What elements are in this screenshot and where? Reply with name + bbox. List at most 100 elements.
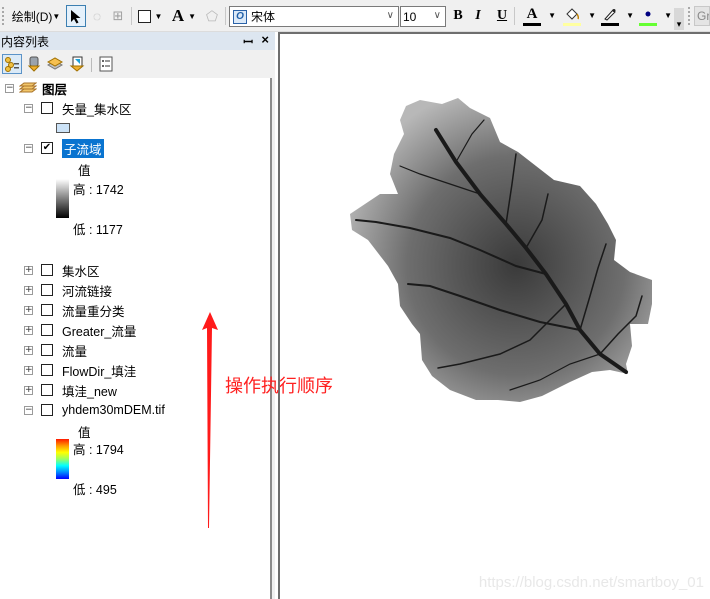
font-color-swatch	[523, 22, 541, 26]
layer-name: FlowDir_填洼	[62, 364, 137, 379]
rectangle-tool-button[interactable]: ▼	[136, 5, 164, 27]
zoom-to-selected-elements-button[interactable]: ⊞	[108, 5, 128, 27]
layer-visibility-checkbox[interactable]	[41, 264, 53, 276]
red-up-arrow-icon	[202, 312, 218, 528]
subbasin-dem-raster	[350, 98, 652, 402]
layer-row[interactable]: + 流量重分类	[24, 301, 125, 319]
list-by-selection-button[interactable]	[67, 54, 87, 74]
layer-name: 矢量_集水区	[62, 102, 132, 117]
layer-row[interactable]: − ✔ 子流域	[24, 138, 104, 158]
rotate-button[interactable]: ◌	[88, 5, 106, 27]
layer-row[interactable]: + Greater_流量	[24, 321, 136, 339]
edit-vertices-button[interactable]: ⬠	[202, 5, 222, 27]
layer-name: 集水区	[62, 264, 100, 279]
layer-tree: − 图层 − 矢量_集水区 − ✔ 子流域 值 高 : 1742 低 : 117…	[0, 78, 272, 599]
root-layers-row[interactable]: − 图层	[5, 79, 67, 97]
expand-icon[interactable]: +	[24, 385, 33, 395]
draw-menu-label: 绘制(D)	[11, 9, 53, 24]
collapse-icon[interactable]: −	[24, 405, 33, 415]
layer-row[interactable]: + 河流链接	[24, 281, 112, 299]
overflow-chevron-icon: ▾	[676, 19, 682, 29]
layer-visibility-checkbox[interactable]	[41, 404, 53, 416]
expand-icon[interactable]: +	[24, 265, 33, 275]
expand-icon[interactable]: +	[24, 285, 33, 295]
list-by-drawing-order-button[interactable]	[2, 54, 22, 74]
chevron-down-icon: ∨	[433, 10, 441, 21]
layer-visibility-checkbox[interactable]: ✔	[41, 142, 53, 154]
font-size-value: 10	[403, 9, 417, 24]
line-color-button[interactable]: ▼	[596, 5, 636, 27]
text-tool-button[interactable]: A ▼	[168, 5, 200, 27]
layer-visibility-checkbox[interactable]	[41, 364, 53, 376]
fill-color-swatch	[563, 22, 581, 26]
layer-visibility-checkbox[interactable]	[41, 304, 53, 316]
expand-icon[interactable]: +	[24, 345, 33, 355]
toc-title-bar: 内容列表 ꟷ ×	[0, 32, 275, 50]
layer-visibility-checkbox[interactable]	[41, 384, 53, 396]
drawing-order-icon	[5, 57, 19, 72]
dropdown-arrow-icon: ▼	[588, 11, 596, 20]
font-size-select[interactable]: 10 ∨	[400, 6, 446, 27]
marker-color-button[interactable]: ▼	[634, 5, 674, 27]
layer-visibility-checkbox[interactable]	[41, 102, 53, 114]
zoom-selected-icon: ⊞	[112, 8, 124, 23]
collapse-icon[interactable]: −	[24, 143, 33, 153]
toolbar-options-button[interactable]: ▾	[674, 8, 684, 30]
legend-low-value: 低 : 1177	[73, 223, 123, 237]
layers-icon	[19, 82, 37, 93]
layer-name-selected: 子流域	[62, 138, 104, 158]
grayscale-ramp[interactable]	[56, 179, 69, 218]
expand-icon[interactable]: +	[24, 365, 33, 375]
next-toolbar[interactable]: Gr	[694, 6, 710, 26]
expand-icon[interactable]: +	[24, 305, 33, 315]
dropdown-arrow-icon: ▼	[154, 11, 163, 21]
layer-row[interactable]: − yhdem30mDEM.tif	[24, 401, 165, 419]
rotate-icon: ◌	[92, 8, 102, 24]
options-button[interactable]	[96, 54, 116, 74]
options-list-icon	[99, 56, 113, 72]
next-toolbar-label: Gr	[697, 9, 710, 23]
toolbar-grip[interactable]	[2, 7, 5, 25]
spectrum-color-ramp[interactable]	[56, 439, 69, 479]
layer-visibility-checkbox[interactable]	[41, 344, 53, 356]
list-by-visibility-button[interactable]	[45, 54, 65, 74]
layer-visibility-checkbox[interactable]	[41, 324, 53, 336]
font-name-select[interactable]: O 宋体 ∨	[229, 6, 399, 27]
draw-toolbar: 绘制(D) ▼ ◌ ⊞ ▼ A ▼ ⬠ O 宋体 ∨ 10 ∨ B I U A …	[0, 0, 710, 32]
line-color-swatch	[601, 22, 619, 26]
fill-color-button[interactable]: ▼	[558, 5, 598, 27]
layers-visibility-icon	[47, 57, 63, 70]
layer-visibility-checkbox[interactable]	[41, 284, 53, 296]
polygon-symbol-swatch[interactable]	[56, 123, 70, 133]
select-elements-button[interactable]	[66, 5, 86, 27]
bold-label: B	[453, 8, 463, 23]
dropdown-arrow-icon: ▼	[548, 11, 556, 20]
legend-low-value: 低 : 495	[73, 483, 117, 497]
toolbar-separator	[225, 7, 226, 25]
pen-icon	[604, 8, 616, 21]
layer-row[interactable]: − 矢量_集水区	[24, 99, 131, 117]
toc-title: 内容列表	[1, 34, 50, 49]
toolbar-grip[interactable]	[688, 7, 691, 25]
font-color-button[interactable]: A ▼	[518, 5, 558, 27]
map-view[interactable]: https://blog.csdn.net/smartboy_01	[278, 32, 710, 599]
toc-toolbar	[0, 51, 275, 77]
collapse-icon[interactable]: −	[24, 103, 33, 113]
bold-button[interactable]: B	[448, 5, 468, 27]
draw-menu-button[interactable]: 绘制(D) ▼	[8, 5, 64, 27]
dropdown-arrow-icon: ▼	[664, 11, 672, 20]
list-by-source-button[interactable]	[24, 54, 44, 74]
layer-row[interactable]: + FlowDir_填洼	[24, 361, 136, 379]
layer-row[interactable]: + 填洼_new	[24, 381, 117, 399]
collapse-icon[interactable]: −	[5, 83, 14, 93]
layer-row[interactable]: + 流量	[24, 341, 87, 359]
execution-order-annotation: 操作执行顺序	[225, 376, 333, 396]
pin-icon[interactable]: ꟷ	[243, 33, 253, 50]
layer-name: 流量重分类	[62, 304, 125, 319]
layer-row[interactable]: + 集水区	[24, 261, 100, 279]
italic-button[interactable]: I	[468, 5, 488, 27]
underline-button[interactable]: U	[492, 5, 512, 27]
marker-dot-icon	[645, 11, 651, 16]
expand-icon[interactable]: +	[24, 325, 33, 335]
close-icon[interactable]: ×	[261, 32, 269, 47]
